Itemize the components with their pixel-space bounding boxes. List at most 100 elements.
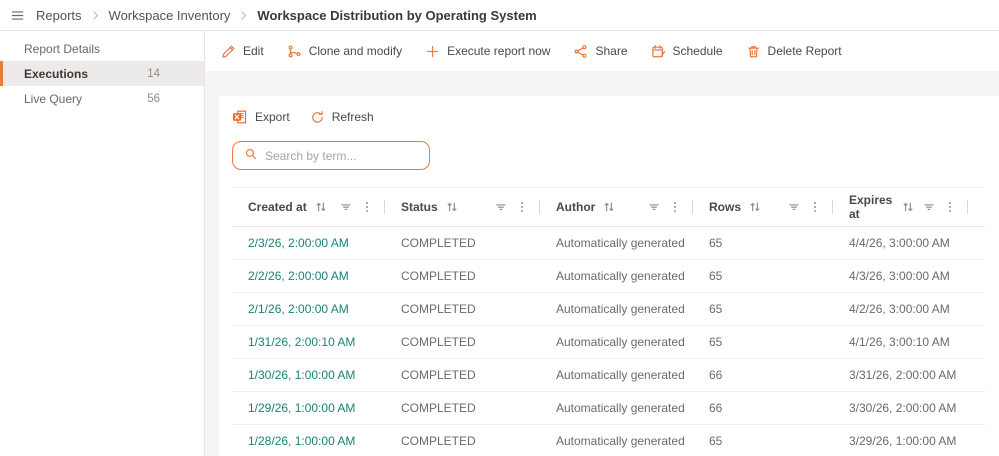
trash-icon [746,44,761,59]
breadcrumb-link-reports[interactable]: Reports [36,8,82,23]
column-menu-icon[interactable] [668,200,682,214]
export-button-label: Export [255,110,290,124]
refresh-icon [310,110,325,125]
cell-author: Automatically generated [540,368,693,382]
cell-status: COMPLETED [385,302,540,316]
share-button-label: Share [595,44,627,58]
sidebar-item-label: Report Details [24,42,100,56]
sort-icon[interactable] [445,200,459,214]
sidebar-item-live-query[interactable]: Live Query 56 [0,86,204,111]
clone-and-modify-button[interactable]: Clone and modify [287,44,402,59]
created-at-link[interactable]: 1/31/26, 2:00:10 AM [232,335,385,349]
column-header-label: Created at [248,200,307,214]
edit-button[interactable]: Edit [221,44,264,59]
delete-report-button[interactable]: Delete Report [746,44,842,59]
cell-rows: 65 [693,236,833,250]
filter-icon[interactable] [494,200,508,214]
cell-status: COMPLETED [385,236,540,250]
sort-icon[interactable] [748,200,762,214]
schedule-button-label: Schedule [673,44,723,58]
cell-status: COMPLETED [385,269,540,283]
column-menu-icon[interactable] [943,200,957,214]
cell-status: COMPLETED [385,434,540,448]
sidebar-item-report-details[interactable]: Report Details [0,36,204,61]
cell-author: Automatically generated [540,236,693,250]
cell-rows: 65 [693,434,833,448]
cell-expires-at: 4/4/26, 3:00:00 AM [833,236,968,250]
column-header-menu [647,200,693,214]
column-header-menu [922,200,968,214]
created-at-link[interactable]: 1/30/26, 1:00:00 AM [232,368,385,382]
executions-table: Created at Status AuthorRows Expires at 2/3… [232,187,985,456]
column-menu-icon[interactable] [808,200,822,214]
schedule-button[interactable]: Schedule [651,44,723,59]
created-at-link[interactable]: 1/29/26, 1:00:00 AM [232,401,385,415]
filter-icon[interactable] [647,200,661,214]
cell-expires-at: 3/31/26, 2:00:00 AM [833,368,968,382]
filter-icon[interactable] [922,200,936,214]
column-header-menu [494,200,540,214]
sidebar-item-label: Live Query [24,92,82,106]
report-actions-toolbar: Edit Clone and modify Execute report now Sh… [205,31,999,71]
results-toolbar: Export Refresh [232,109,985,125]
plus-icon [425,44,440,59]
breadcrumb-link-workspace-inventory[interactable]: Workspace Inventory [109,8,231,23]
calendar-icon [651,44,666,59]
table-row: 1/28/26, 1:00:00 AMCOMPLETEDAutomaticall… [232,425,985,456]
table-body: 2/3/26, 2:00:00 AMCOMPLETEDAutomatically… [232,227,985,456]
column-header-label: Status [401,200,438,214]
sort-icon[interactable] [901,200,915,214]
column-header-status: Status [385,188,540,226]
executions-panel: Export Refresh Created at Status AuthorRow… [219,96,999,456]
created-at-link[interactable]: 2/2/26, 2:00:00 AM [232,269,385,283]
filter-icon[interactable] [787,200,801,214]
cell-author: Automatically generated [540,401,693,415]
column-header-label: Expires at [849,193,894,221]
cell-expires-at: 3/29/26, 1:00:00 AM [833,434,968,448]
share-button[interactable]: Share [573,44,627,59]
column-menu-icon[interactable] [515,200,529,214]
sort-icon[interactable] [314,200,328,214]
cell-author: Automatically generated [540,434,693,448]
refresh-button-label: Refresh [332,110,374,124]
chevron-right-icon [237,9,250,22]
breadcrumb: ReportsWorkspace InventoryWorkspace Dist… [36,8,537,23]
column-menu-icon[interactable] [360,200,374,214]
sidebar-item-label: Executions [24,67,88,81]
table-row: 2/1/26, 2:00:00 AMCOMPLETEDAutomatically… [232,293,985,326]
export-button[interactable]: Export [232,109,290,125]
cell-status: COMPLETED [385,335,540,349]
table-row: 1/29/26, 1:00:00 AMCOMPLETEDAutomaticall… [232,392,985,425]
branch-icon [287,44,302,59]
sidebar-item-executions[interactable]: Executions14 [0,61,204,86]
search-icon [244,147,258,164]
delete-report-button-label: Delete Report [768,44,842,58]
sort-icon[interactable] [602,200,616,214]
created-at-link[interactable]: 2/3/26, 2:00:00 AM [232,236,385,250]
search-input[interactable] [265,149,418,163]
filter-icon[interactable] [339,200,353,214]
created-at-link[interactable]: 1/28/26, 1:00:00 AM [232,434,385,448]
cell-rows: 65 [693,302,833,316]
column-header-menu [787,200,833,214]
refresh-button[interactable]: Refresh [310,110,374,125]
excel-export-icon [232,109,248,125]
column-header-menu [339,200,385,214]
pencil-icon [221,44,236,59]
cell-author: Automatically generated [540,269,693,283]
app-window: ReportsWorkspace InventoryWorkspace Dist… [0,0,999,456]
sidebar-item-count: 56 [147,93,160,105]
cell-expires-at: 4/3/26, 3:00:00 AM [833,269,968,283]
execute-report-now-button[interactable]: Execute report now [425,44,550,59]
table-header-row: Created at Status AuthorRows Expires at [232,187,985,227]
chevron-right-icon [89,9,102,22]
column-header-rows: Rows [693,188,833,226]
search-box[interactable] [232,141,430,170]
cell-rows: 65 [693,269,833,283]
share-icon [573,44,588,59]
menu-icon[interactable] [10,8,25,23]
column-header-author: Author [540,188,693,226]
created-at-link[interactable]: 2/1/26, 2:00:00 AM [232,302,385,316]
content-area: Edit Clone and modify Execute report now Sh… [205,31,999,456]
column-header-expires-at: Expires at [833,188,968,226]
